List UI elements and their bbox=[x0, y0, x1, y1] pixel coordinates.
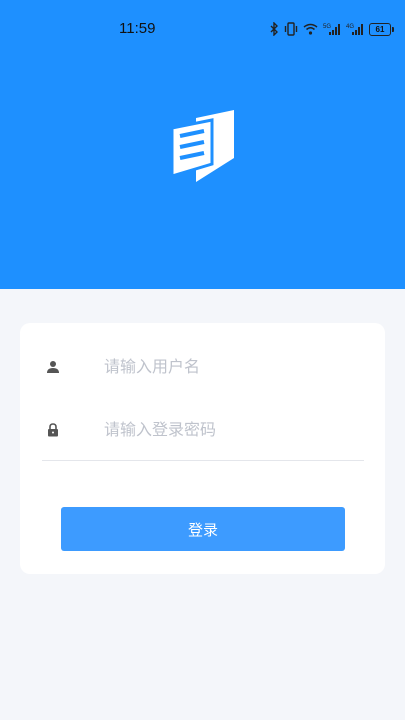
form-divider bbox=[42, 460, 364, 461]
signal-4g-icon: 4G bbox=[346, 22, 364, 36]
status-bar: 11:59 5G 4G 61 bbox=[0, 0, 405, 58]
user-icon bbox=[46, 359, 60, 373]
battery-icon: 61 bbox=[369, 22, 394, 36]
login-card: 登录 bbox=[20, 323, 385, 574]
status-icons: 5G 4G 61 bbox=[270, 21, 394, 37]
svg-text:5G: 5G bbox=[323, 24, 331, 30]
wifi-icon bbox=[303, 23, 318, 35]
vibrate-icon bbox=[284, 22, 298, 36]
username-input[interactable] bbox=[104, 336, 359, 396]
svg-text:4G: 4G bbox=[346, 24, 354, 30]
username-field bbox=[42, 336, 364, 396]
signal-5g-icon: 5G bbox=[323, 22, 341, 36]
app-logo-icon bbox=[168, 106, 238, 182]
password-field bbox=[42, 399, 364, 459]
lock-icon bbox=[46, 422, 60, 437]
header-banner: 11:59 5G 4G 61 bbox=[0, 0, 405, 289]
login-button[interactable]: 登录 bbox=[61, 507, 345, 551]
password-input[interactable] bbox=[104, 399, 359, 459]
status-time: 11:59 bbox=[119, 20, 156, 37]
bluetooth-icon bbox=[270, 22, 279, 36]
